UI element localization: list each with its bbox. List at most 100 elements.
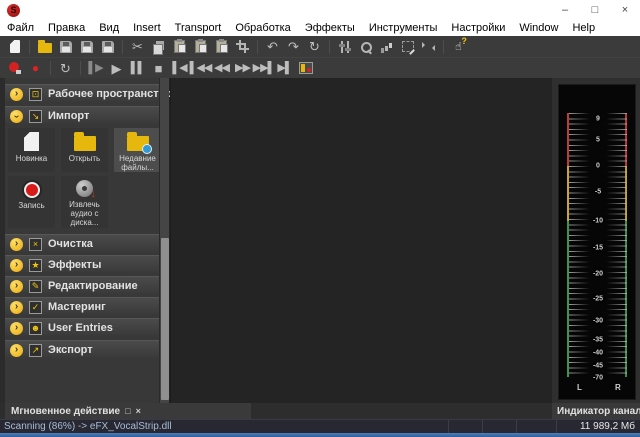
meter-tick-label: -40	[559, 350, 637, 357]
level-meter: 9 5 0 -5 -10 -15 -20 -25 -30 -35 -40 -45…	[558, 84, 636, 400]
play-from-cursor-button[interactable]: ▌▶	[85, 59, 106, 77]
go-to-start-icon: ▌◀	[172, 63, 186, 74]
go-to-end-button[interactable]: ▶▌	[274, 59, 295, 77]
tab-float-icon[interactable]: □	[125, 406, 130, 416]
status-cell-divider	[482, 420, 483, 434]
menu-view[interactable]: Вид	[92, 20, 126, 36]
fast-forward-icon: ▶▶	[235, 63, 250, 74]
meter-tick-label: -15	[559, 245, 637, 252]
panel-label: Очистка	[48, 238, 93, 250]
trim-crop-button[interactable]	[232, 38, 253, 56]
tab-channel-indicator[interactable]: Индикатор каналов	[552, 403, 640, 419]
maximize-button[interactable]: □	[580, 0, 610, 20]
skip-back-button[interactable]: ▌◀◀	[190, 59, 211, 77]
meter-tick-label: 5	[559, 137, 637, 144]
toolbar-separator	[80, 61, 81, 75]
snap-edit-icon	[422, 41, 435, 52]
zoom-selection-button[interactable]	[355, 38, 376, 56]
menu-insert[interactable]: Insert	[126, 20, 168, 36]
chevron-right-icon: ›	[10, 238, 23, 251]
recent-files-icon	[127, 136, 149, 151]
context-help-button[interactable]: ☝?	[448, 38, 469, 56]
chevron-right-icon: ›	[10, 280, 23, 293]
play-button[interactable]: ▶	[106, 59, 127, 77]
skip-forward-button[interactable]: ▶▶▌	[253, 59, 274, 77]
meter-tick-label: -35	[559, 337, 637, 344]
workspace-empty-area	[170, 78, 552, 403]
new-document-icon	[24, 132, 39, 151]
paste-special-icon	[195, 40, 206, 53]
copy-button[interactable]	[148, 38, 169, 56]
toolbar-separator	[29, 40, 30, 54]
tab-close-icon[interactable]: ×	[136, 406, 141, 416]
paste-special-button[interactable]	[190, 38, 211, 56]
close-button[interactable]: ×	[610, 0, 640, 20]
record-button[interactable]: ●	[25, 59, 46, 77]
tile-new[interactable]: Новинка	[8, 128, 55, 172]
tile-recent-files[interactable]: Недавние файлы...	[114, 128, 161, 172]
menu-edit[interactable]: Правка	[41, 20, 92, 36]
paste-button[interactable]	[169, 38, 190, 56]
content-area: › ⊡ Рабочее пространство › ↘ Импорт Нови…	[0, 78, 640, 403]
record-options-button[interactable]	[295, 59, 316, 77]
down-arrow-icon: ↓	[91, 188, 97, 200]
panel-workspace[interactable]: › ⊡ Рабочее пространство	[5, 84, 159, 103]
help-hand-icon: ☝?	[455, 40, 462, 53]
save-button[interactable]	[55, 38, 76, 56]
go-to-start-button[interactable]: ▌◀	[169, 59, 190, 77]
magnifier-icon	[360, 41, 372, 53]
meter-tick-label: -30	[559, 318, 637, 325]
undo-button[interactable]: ↶	[262, 38, 283, 56]
paste-new-button[interactable]	[211, 38, 232, 56]
panel-editing[interactable]: › ✎ Редактирование	[5, 276, 159, 295]
tile-rip-cd[interactable]: ↓ Извлечь аудио с диска...	[61, 176, 108, 228]
record-circle-icon	[24, 182, 40, 198]
menu-process[interactable]: Обработка	[228, 20, 297, 36]
panel-import[interactable]: › ↘ Импорт	[5, 106, 159, 125]
tile-record[interactable]: Запись	[8, 176, 55, 228]
open-file-button[interactable]	[34, 38, 55, 56]
reset-button[interactable]: ↻	[304, 38, 325, 56]
redo-button[interactable]: ↷	[283, 38, 304, 56]
menu-window[interactable]: Window	[512, 20, 565, 36]
menu-transport[interactable]: Transport	[168, 20, 229, 36]
new-file-button[interactable]	[4, 38, 25, 56]
snap-edit-button[interactable]	[418, 38, 439, 56]
menu-bar: Файл Правка Вид Insert Transport Обработ…	[0, 20, 640, 36]
selection-edit-button[interactable]	[397, 38, 418, 56]
cut-button[interactable]: ✂	[127, 38, 148, 56]
menu-options[interactable]: Настройки	[444, 20, 512, 36]
menu-file[interactable]: Файл	[0, 20, 41, 36]
menu-tools[interactable]: Инструменты	[362, 20, 445, 36]
save-all-button[interactable]	[97, 38, 118, 56]
sidebar-scrollbar[interactable]	[159, 78, 169, 403]
panel-effects[interactable]: › ★ Эффекты	[5, 255, 159, 274]
panel-cleanup[interactable]: › × Очистка	[5, 234, 159, 253]
reset-icon: ↻	[309, 40, 320, 53]
play-icon: ▶	[112, 62, 122, 75]
toolbar-separator	[50, 61, 51, 75]
meter-tick-label: -10	[559, 218, 637, 225]
record-monitor-button[interactable]	[4, 59, 25, 77]
stop-button[interactable]: ■	[148, 59, 169, 77]
menu-effects[interactable]: Эффекты	[298, 20, 362, 36]
tile-open[interactable]: Открыть	[61, 128, 108, 172]
fast-forward-button[interactable]: ▶▶	[232, 59, 253, 77]
panel-user-entries[interactable]: › ☻ User Entries	[5, 318, 159, 337]
scrollbar-thumb[interactable]	[161, 238, 169, 400]
status-cell-divider	[516, 420, 517, 434]
mixer-icon	[339, 41, 351, 53]
minimize-button[interactable]: –	[550, 0, 580, 20]
meter-tick-label: -70	[559, 375, 637, 382]
menu-help[interactable]: Help	[565, 20, 602, 36]
meter-tick-label: -25	[559, 296, 637, 303]
mixer-button[interactable]	[334, 38, 355, 56]
save-as-button[interactable]	[76, 38, 97, 56]
panel-export[interactable]: › ↗ Экспорт	[5, 340, 159, 359]
statistics-button[interactable]	[376, 38, 397, 56]
pause-button[interactable]: ▌▌	[127, 59, 148, 77]
rewind-button[interactable]: ◀◀	[211, 59, 232, 77]
loop-playback-button[interactable]: ↻	[55, 59, 76, 77]
panel-mastering[interactable]: › ✓ Мастеринг	[5, 297, 159, 316]
tab-instant-action[interactable]: Мгновенное действие □ ×	[5, 403, 251, 419]
